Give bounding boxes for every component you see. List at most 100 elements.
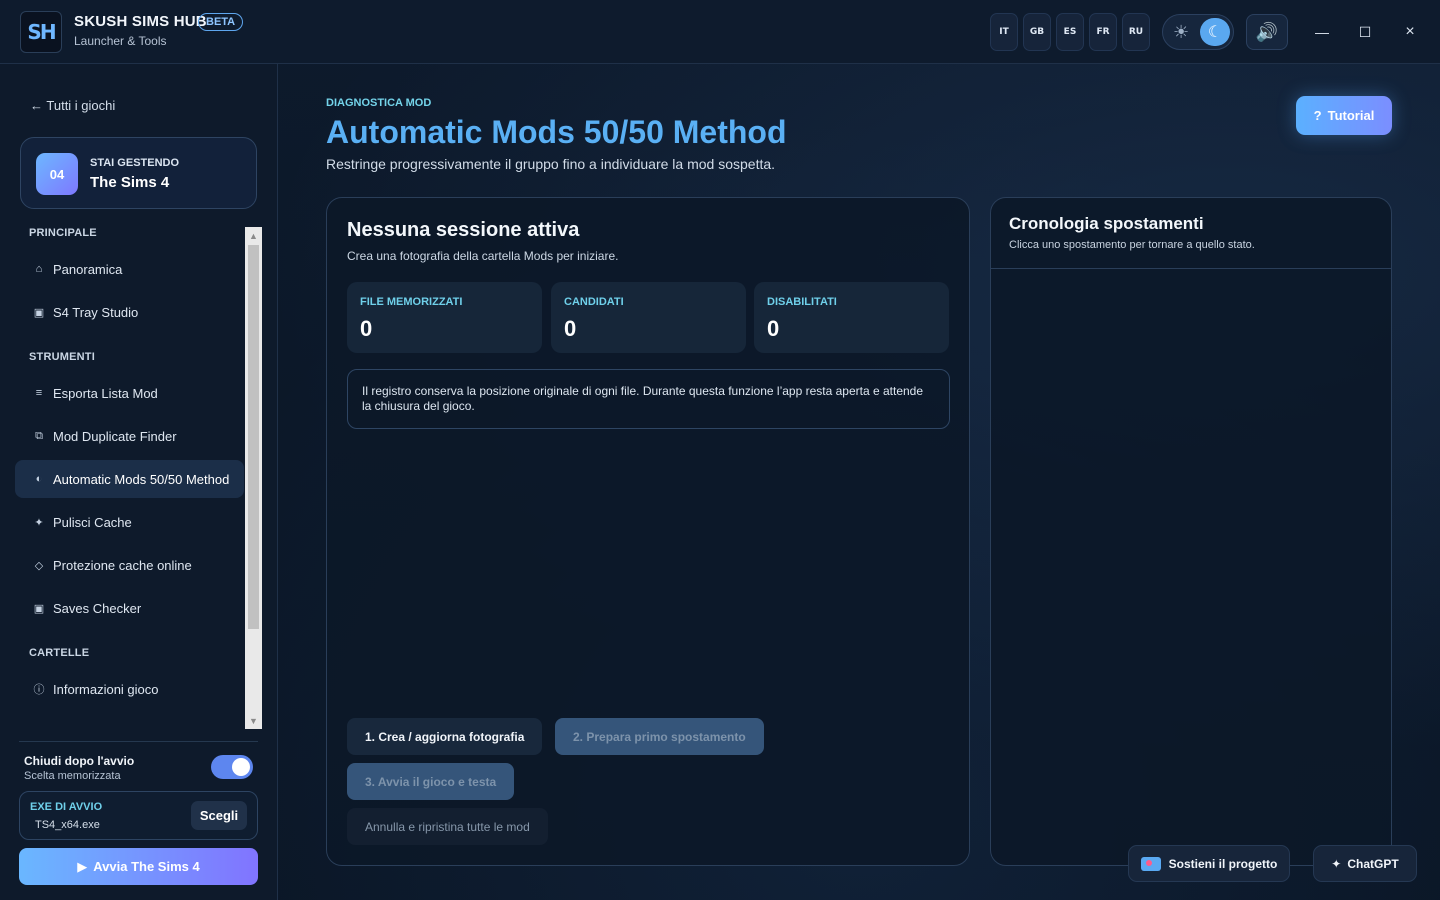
page-subtitle: Restringe progressivamente il gruppo fin…	[326, 156, 776, 172]
sidebar-item-protezione-cache[interactable]: ◇ Protezione cache online	[15, 546, 244, 584]
scrollbar-thumb[interactable]	[248, 245, 259, 629]
launch-game-button[interactable]: ▶ Avvia The Sims 4	[19, 848, 258, 885]
prepare-first-move-button[interactable]: 2. Prepara primo spostamento	[555, 718, 764, 755]
stat-value: 0	[360, 316, 373, 341]
stat-label: FILE MEMORIZZATI	[360, 296, 463, 308]
info-icon: ⓘ	[33, 684, 45, 696]
cancel-restore-button[interactable]: Annulla e ripristina tutte le mod	[347, 808, 548, 845]
sidebar-item-pulisci-cache[interactable]: ✦ Pulisci Cache	[15, 503, 244, 541]
play-icon: ▶	[77, 858, 88, 874]
sparkle-icon: ✦	[34, 516, 44, 529]
sidebar-divider	[19, 741, 258, 742]
scroll-down-icon[interactable]: ▼	[245, 712, 262, 729]
speaker-icon: 🔊	[1255, 21, 1279, 42]
app-subtitle: Launcher & Tools	[74, 34, 167, 48]
sidebar-item-label: Informazioni gioco	[53, 681, 159, 697]
chatgpt-label: ChatGPT	[1347, 856, 1399, 871]
lang-fr-button[interactable]: FR	[1089, 13, 1117, 51]
sun-icon: ☀	[1173, 22, 1190, 42]
sidebar-scrollbar[interactable]: ▲ ▼	[245, 227, 262, 729]
tray-icon: ▣	[33, 306, 45, 319]
sidebar-item-label: Saves Checker	[53, 600, 142, 616]
launch-label: Avvia The Sims 4	[93, 859, 200, 874]
diamond-icon: ◇	[34, 559, 44, 572]
page-title: Automatic Mods 50/50 Method	[326, 114, 787, 150]
launch-exe-box: EXE DI AVVIO TS4_x64.exe Scegli	[19, 791, 258, 840]
question-icon: ?	[1313, 108, 1322, 123]
page-kicker: DIAGNOSTICA MOD	[326, 97, 432, 109]
sidebar-item-label: Protezione cache online	[53, 557, 192, 573]
app-title: SKUSH SIMS HUB	[74, 13, 207, 30]
sidebar-item-label: Mod Duplicate Finder	[53, 428, 177, 444]
scroll-up-icon[interactable]: ▲	[245, 227, 262, 244]
section-title-principale: PRINCIPALE	[29, 227, 97, 239]
lang-it-button[interactable]: IT	[990, 13, 1018, 51]
lang-ru-button[interactable]: RU	[1122, 13, 1150, 51]
managing-label: STAI GESTENDO	[90, 157, 180, 169]
arrow-left-icon: ←	[30, 98, 43, 113]
sidebar-item-5050-method[interactable]: ◐ Automatic Mods 50/50 Method	[15, 460, 244, 498]
current-game-card[interactable]: 04 STAI GESTENDO The Sims 4	[20, 137, 257, 209]
create-snapshot-button[interactable]: 1. Crea / aggiorna fotografia	[347, 718, 543, 755]
sidebar-item-label: Esporta Lista Mod	[53, 385, 158, 401]
close-after-subtitle: Scelta memorizzata	[24, 770, 121, 782]
sidebar-item-label: Panoramica	[53, 261, 123, 277]
sidebar-item-esporta-lista[interactable]: ≡ Esporta Lista Mod	[15, 374, 244, 412]
theme-toggle[interactable]: ☀ ☾	[1162, 14, 1234, 50]
registry-notice: Il registro conserva la posizione origin…	[347, 369, 950, 429]
sound-button[interactable]: 🔊	[1246, 14, 1288, 50]
lang-gb-button[interactable]: GB	[1023, 13, 1051, 51]
game-name: The Sims 4	[90, 174, 170, 191]
exe-label: EXE DI AVVIO	[30, 801, 103, 813]
support-project-button[interactable]: Sostieni il progetto	[1128, 845, 1290, 882]
history-subtitle: Clicca uno spostamento per tornare a que…	[1009, 239, 1255, 251]
back-link-label: Tutti i giochi	[46, 98, 116, 113]
chatgpt-button[interactable]: ✦ ChatGPT	[1313, 845, 1417, 882]
sidebar-item-tray-studio[interactable]: ▣ S4 Tray Studio	[15, 293, 244, 331]
choose-exe-button[interactable]: Scegli	[191, 801, 247, 830]
minimize-button[interactable]: —	[1307, 18, 1337, 46]
sidebar-item-informazioni-gioco[interactable]: ⓘ Informazioni gioco	[15, 670, 244, 708]
history-divider	[991, 268, 1391, 269]
back-to-games-link[interactable]: ← Tutti i giochi	[30, 98, 115, 113]
support-label: Sostieni il progetto	[1168, 856, 1278, 871]
stat-value: 0	[767, 316, 780, 341]
tutorial-button[interactable]: ? Tutorial	[1296, 96, 1392, 135]
tutorial-label: Tutorial	[1327, 108, 1375, 123]
stat-disabilitati: DISABILITATI 0	[754, 282, 949, 353]
stat-label: CANDIDATI	[564, 296, 624, 308]
title-bar: SH SKUSH SIMS HUB BETA Launcher & Tools …	[0, 0, 1440, 64]
app-logo: SH	[20, 11, 62, 53]
close-after-launch: Chiudi dopo l'avvio Scelta memorizzata	[24, 754, 134, 782]
sidebar-item-panoramica[interactable]: ⌂ Panoramica	[15, 250, 244, 288]
history-title: Cronologia spostamenti	[1009, 214, 1204, 233]
sidebar-item-saves-checker[interactable]: ▣ Saves Checker	[15, 589, 244, 627]
language-selector: IT GB ES FR RU	[990, 13, 1150, 51]
session-subtitle: Crea una fotografia della cartella Mods …	[347, 249, 619, 263]
beta-badge: BETA	[198, 13, 244, 31]
section-title-cartelle: CARTELLE	[29, 647, 90, 659]
maximize-button[interactable]: ☐	[1350, 18, 1380, 46]
close-after-title: Chiudi dopo l'avvio	[24, 754, 135, 768]
stat-candidati: CANDIDATI 0	[551, 282, 746, 353]
close-after-toggle[interactable]	[211, 755, 253, 779]
stat-value: 0	[564, 316, 577, 341]
sidebar-item-label: Automatic Mods 50/50 Method	[53, 471, 230, 487]
exe-value: TS4_x64.exe	[35, 819, 100, 831]
session-panel: Nessuna sessione attiva Crea una fotogra…	[326, 197, 970, 866]
coffee-cup-icon	[1140, 856, 1161, 871]
moon-icon: ☾	[1200, 18, 1230, 46]
launch-and-test-button[interactable]: 3. Avvia il gioco e testa	[347, 763, 515, 800]
close-button[interactable]: ×	[1395, 18, 1425, 46]
history-panel: Cronologia spostamenti Clicca uno sposta…	[990, 197, 1392, 866]
sidebar-item-duplicate-finder[interactable]: ⧉ Mod Duplicate Finder	[15, 417, 244, 455]
list-icon: ≡	[35, 387, 43, 399]
half-circle-icon: ◐	[35, 473, 43, 485]
duplicate-icon: ⧉	[35, 429, 43, 442]
sidebar-item-label: Pulisci Cache	[53, 514, 132, 530]
sidebar-nav: PRINCIPALE ⌂ Panoramica ▣ S4 Tray Studio…	[0, 227, 245, 729]
sidebar: ← Tutti i giochi 04 STAI GESTENDO The Si…	[0, 64, 278, 900]
section-title-strumenti: STRUMENTI	[29, 351, 95, 363]
sparkle-icon: ✦	[1331, 856, 1342, 871]
lang-es-button[interactable]: ES	[1056, 13, 1084, 51]
